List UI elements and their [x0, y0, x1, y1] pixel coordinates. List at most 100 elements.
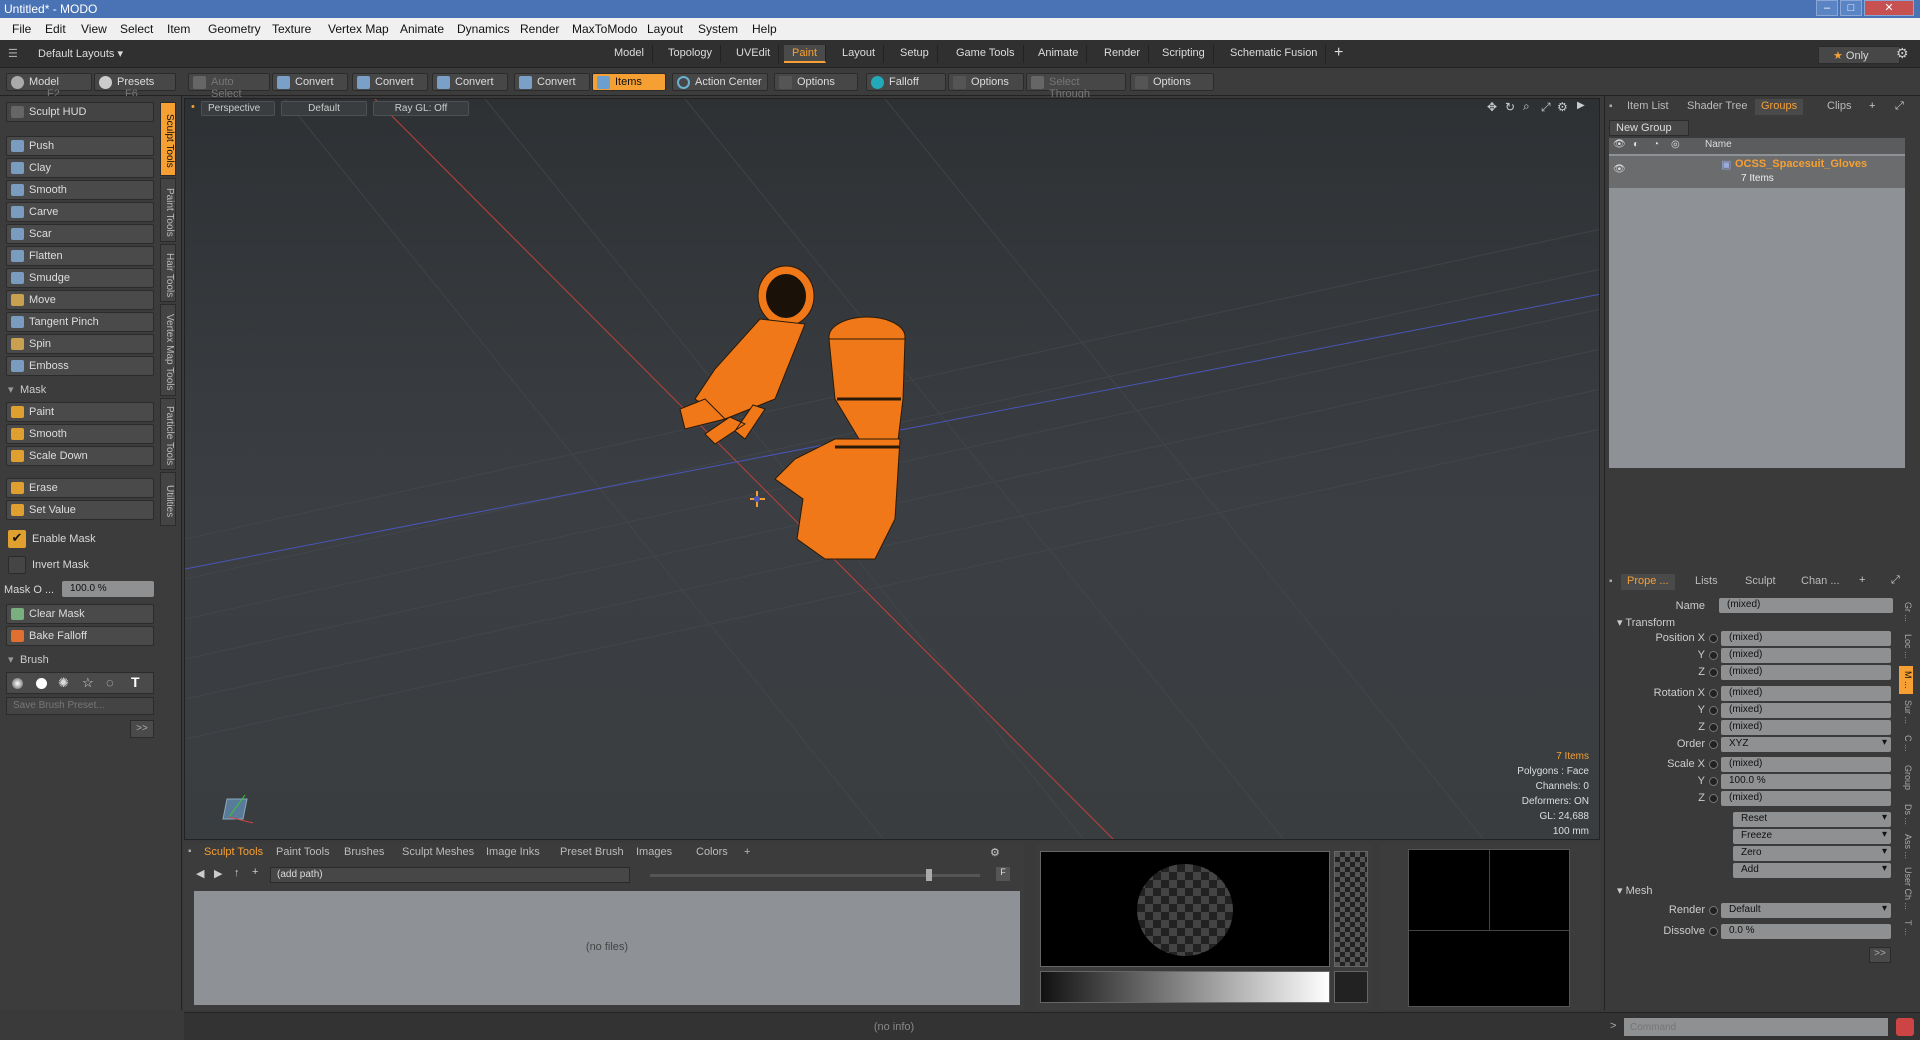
view-type-dropdown[interactable]: Perspective [201, 101, 275, 116]
vtab-group[interactable]: Group [1899, 758, 1913, 798]
btab-sculpt-tools[interactable]: Sculpt Tools [198, 845, 269, 861]
rotation-order-dropdown[interactable]: XYZ [1721, 737, 1891, 752]
select-through-button[interactable]: Select Through [1026, 73, 1126, 100]
menu-animate[interactable]: Animate [400, 22, 444, 36]
viewport-menu-icon[interactable]: • [191, 101, 195, 113]
mask-smooth-button[interactable]: Smooth [6, 424, 154, 444]
mesh-section-header[interactable]: ▾ Mesh [1617, 884, 1652, 897]
vtab-sculpt-tools[interactable]: Sculpt Tools [160, 102, 176, 176]
slider-handle[interactable] [926, 869, 932, 881]
tab-lists[interactable]: Lists [1689, 574, 1724, 590]
panel-menu-icon[interactable]: ▪ [188, 846, 192, 857]
vtab-c[interactable]: C ... [1899, 730, 1913, 756]
expand-button[interactable]: >> [1869, 947, 1891, 963]
rotation-z-field[interactable]: (mixed) [1721, 720, 1891, 735]
action-center-button[interactable]: Action Center [672, 73, 768, 91]
mask-paint-button[interactable]: Paint [6, 402, 154, 422]
tool-carve[interactable]: Carve [6, 202, 154, 222]
keyframe-dot[interactable] [1709, 706, 1718, 715]
vtab-particle-tools[interactable]: Particle Tools [160, 398, 176, 470]
menu-layout[interactable]: Layout [647, 22, 683, 36]
transform-section-header[interactable]: ▾ Transform [1617, 616, 1675, 629]
menu-texture[interactable]: Texture [272, 22, 311, 36]
tab-properties[interactable]: Prope ... [1621, 574, 1675, 590]
tab-uvedit[interactable]: UVEdit [728, 45, 780, 63]
mask-set-value-button[interactable]: Set Value [6, 500, 154, 520]
position-y-field[interactable]: (mixed) [1721, 648, 1891, 663]
tool-move[interactable]: Move [6, 290, 154, 310]
reset-dropdown[interactable]: Reset [1733, 812, 1891, 827]
btab-sculpt-meshes[interactable]: Sculpt Meshes [396, 845, 480, 861]
select-column-icon[interactable]: ◎ [1671, 139, 1680, 150]
record-macro-icon[interactable] [1896, 1018, 1914, 1036]
keyframe-dot[interactable] [1709, 906, 1718, 915]
splat-brush-icon[interactable]: ✺ [58, 675, 69, 691]
brush-section-header[interactable]: Brush [6, 652, 154, 668]
vtab-sur[interactable]: Sur ... [1899, 696, 1913, 728]
btab-images[interactable]: Images [630, 845, 678, 861]
keyframe-dot[interactable] [1709, 689, 1718, 698]
menu-edit[interactable]: Edit [45, 22, 66, 36]
menu-render[interactable]: Render [520, 22, 559, 36]
tab-animate[interactable]: Animate [1030, 45, 1088, 63]
keyframe-dot[interactable] [1709, 634, 1718, 643]
tab-paint[interactable]: Paint [784, 45, 827, 63]
items-mode-button[interactable]: Items [592, 73, 666, 91]
panel-menu-icon[interactable]: ▪ [1609, 101, 1613, 112]
text-brush-icon[interactable]: T [131, 674, 140, 690]
tab-model[interactable]: Model [606, 45, 653, 63]
menu-help[interactable]: Help [752, 22, 777, 36]
menu-vertex-map[interactable]: Vertex Map [328, 22, 389, 36]
convert-polygons-button[interactable]: Convert [432, 73, 508, 91]
tab-clips[interactable]: Clips [1821, 99, 1857, 115]
tool-push[interactable]: Push [6, 136, 154, 156]
keyframe-dot[interactable] [1709, 651, 1718, 660]
group-row[interactable]: 👁 ▣ OCSS_Spacesuit_Gloves 7 Items [1609, 156, 1905, 188]
vtab-hair-tools[interactable]: Hair Tools [160, 244, 176, 302]
render-dropdown[interactable]: Default [1721, 903, 1891, 918]
procedural-brush-icon[interactable]: ◌ [106, 675, 114, 690]
falloff-options-button[interactable]: Options [948, 73, 1024, 91]
scale-y-field[interactable]: 100.0 % [1721, 774, 1891, 789]
panel-menu-icon[interactable]: ▪ [1609, 576, 1613, 587]
mask-section-header[interactable]: Mask [6, 382, 154, 398]
default-layouts-dropdown[interactable]: Default Layouts ▾ [38, 47, 123, 60]
tool-smooth[interactable]: Smooth [6, 180, 154, 200]
bake-falloff-button[interactable]: Bake Falloff [6, 626, 154, 646]
tab-scripting[interactable]: Scripting [1154, 45, 1214, 63]
star-brush-icon[interactable]: ☆ [82, 675, 94, 691]
expand-panel-icon[interactable]: ⤢ [1891, 574, 1900, 587]
keyframe-dot[interactable] [1709, 927, 1718, 936]
only-toggle[interactable]: ★ Only [1818, 46, 1900, 64]
invert-mask-checkbox[interactable] [8, 556, 26, 574]
tool-scar[interactable]: Scar [6, 224, 154, 244]
viewport-expand-icon[interactable]: ▶ [1577, 100, 1585, 111]
save-brush-preset-field[interactable]: Save Brush Preset... [6, 697, 154, 715]
lock-column-icon[interactable]: ◔ [1653, 139, 1659, 150]
rotation-x-field[interactable]: (mixed) [1721, 686, 1891, 701]
vtab-ds[interactable]: Ds ... [1899, 800, 1913, 830]
name-column-header[interactable]: Name [1705, 139, 1732, 150]
menu-file[interactable]: File [12, 22, 31, 36]
rotation-y-field[interactable]: (mixed) [1721, 703, 1891, 718]
add-tab-icon[interactable]: + [1869, 100, 1875, 112]
tab-groups[interactable]: Groups [1755, 99, 1804, 115]
menu-system[interactable]: System [698, 22, 738, 36]
add-tab-icon[interactable]: + [1859, 574, 1865, 586]
vtab-user-channels[interactable]: User Ch ... [1899, 864, 1913, 914]
back-arrow-icon[interactable]: ◀ [196, 867, 204, 880]
clear-mask-button[interactable]: Clear Mask [6, 604, 154, 624]
position-x-field[interactable]: (mixed) [1721, 631, 1891, 646]
btab-brushes[interactable]: Brushes [338, 845, 390, 861]
position-z-field[interactable]: (mixed) [1721, 665, 1891, 680]
add-path-icon[interactable]: + [252, 866, 258, 878]
sculpt-hud-button[interactable]: Sculpt HUD [6, 102, 154, 122]
keyframe-dot[interactable] [1709, 794, 1718, 803]
tool-emboss[interactable]: Emboss [6, 356, 154, 376]
model-mode-button[interactable]: Model F2 [6, 73, 92, 100]
mask-erase-button[interactable]: Erase [6, 478, 154, 498]
dissolve-field[interactable]: 0.0 % [1721, 924, 1891, 939]
tool-tangent-pinch[interactable]: Tangent Pinch [6, 312, 154, 332]
tool-spin[interactable]: Spin [6, 334, 154, 354]
zero-dropdown[interactable]: Zero [1733, 846, 1891, 861]
